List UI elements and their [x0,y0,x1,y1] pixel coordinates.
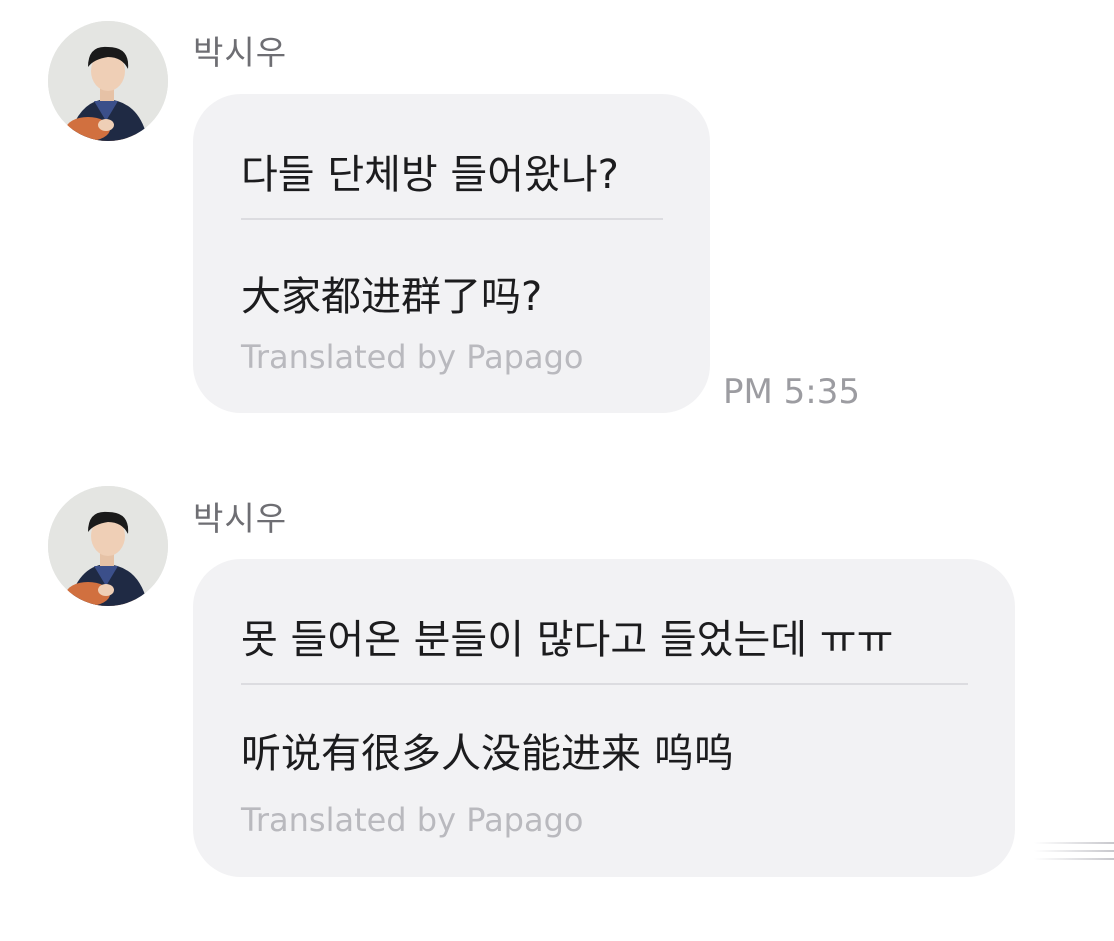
scroll-indicator [1034,842,1114,866]
profile-photo-icon [48,21,168,141]
translated-text: 听说有很多人没能进来 呜呜 [241,731,734,777]
message-bubble[interactable]: 못 들어온 분들이 많다고 들었는데 ㅠㅠ 听说有很多人没能进来 呜呜 Tran… [193,559,1015,877]
sender-name: 박시우 [193,499,288,538]
translation-credit: Translated by Papago [241,801,584,839]
message-timestamp: PM 5:35 [723,372,860,412]
sender-avatar[interactable] [48,486,168,606]
sender-avatar[interactable] [48,21,168,141]
chat-message-1: 박시우 다들 단체방 들어왔나? 大家都进群了吗? Translated by … [0,0,1114,440]
profile-photo-icon [48,486,168,606]
translated-text: 大家都进群了吗? [241,274,543,320]
original-text: 못 들어온 분들이 많다고 들었는데 ㅠㅠ [241,617,894,663]
original-text: 다들 단체방 들어왔나? [241,152,619,198]
translation-divider [241,683,968,685]
chat-message-2: 박시우 못 들어온 분들이 많다고 들었는데 ㅠㅠ 听说有很多人没能进来 呜呜 … [0,466,1114,941]
message-bubble[interactable]: 다들 단체방 들어왔나? 大家都进群了吗? Translated by Papa… [193,94,710,413]
sender-name: 박시우 [193,33,288,72]
translation-credit: Translated by Papago [241,338,584,376]
translation-divider [241,218,663,220]
